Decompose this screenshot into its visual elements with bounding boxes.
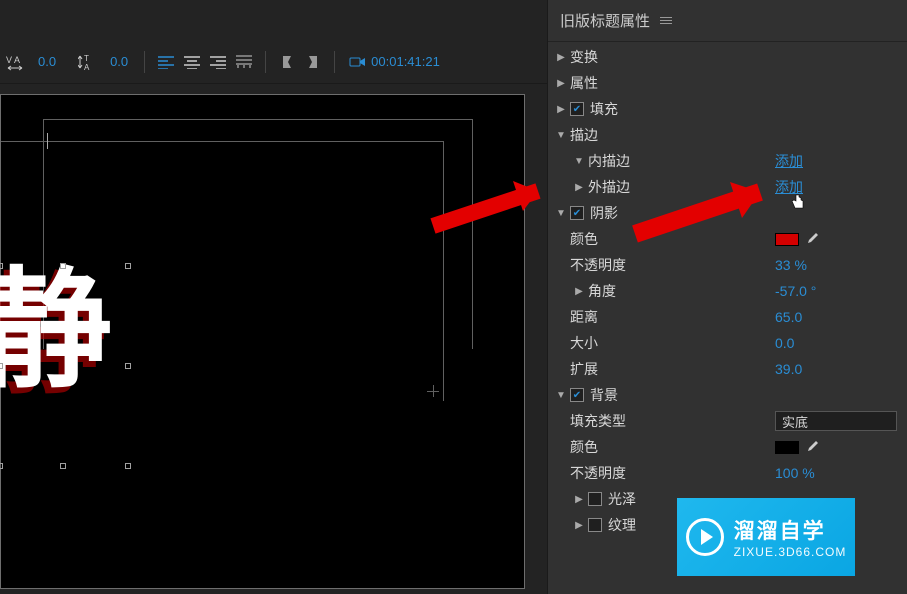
bg-filltype-row: 填充类型实底	[548, 408, 907, 434]
fill-checkbox[interactable]	[570, 102, 584, 116]
chevron-right-icon[interactable]: ▶	[552, 104, 570, 115]
chevron-down-icon[interactable]: ▼	[552, 390, 570, 401]
shadow-size-row: 大小0.0	[548, 330, 907, 356]
panel-menu-icon[interactable]	[660, 17, 672, 24]
sheen-checkbox[interactable]	[588, 492, 602, 506]
timecode-display[interactable]: 00:01:41:21	[345, 54, 444, 69]
left-panel: VA 0.0 TA 0.0 00:01:41:21	[0, 0, 547, 594]
bg-filltype-dropdown[interactable]: 实底	[775, 411, 897, 431]
shadow-opacity-row: 不透明度33 %	[548, 252, 907, 278]
inner-stroke-row[interactable]: ▼内描边添加	[548, 148, 907, 174]
bg-color-row: 颜色	[548, 434, 907, 460]
chevron-right-icon[interactable]: ▶	[570, 520, 588, 531]
panel-title-bar: 旧版标题属性	[548, 0, 907, 42]
canvas-area[interactable]: 静	[0, 84, 547, 594]
watermark: 溜溜自学 ZIXUE.3D66.COM	[677, 498, 855, 576]
center-cross-v	[433, 385, 434, 397]
add-inner-stroke[interactable]: 添加	[775, 151, 803, 171]
svg-text:A: A	[84, 63, 90, 71]
bg-color-swatch[interactable]	[775, 441, 799, 454]
background-checkbox[interactable]	[570, 388, 584, 402]
tab-marker-left-icon[interactable]	[276, 51, 298, 73]
chevron-right-icon[interactable]: ▶	[570, 494, 588, 505]
svg-text:A: A	[14, 55, 20, 65]
section-strokes[interactable]: ▼描边	[548, 122, 907, 148]
chevron-down-icon[interactable]: ▼	[552, 130, 570, 141]
shadow-opacity-value[interactable]: 33 %	[775, 257, 807, 273]
outer-stroke-row[interactable]: ▶外描边添加	[548, 174, 907, 200]
play-icon	[686, 518, 724, 556]
leading-icon[interactable]: TA	[78, 51, 100, 73]
selection-box[interactable]	[0, 266, 128, 466]
section-shadow[interactable]: ▼阴影	[548, 200, 907, 226]
chevron-down-icon[interactable]: ▼	[570, 156, 588, 167]
shadow-size-value[interactable]: 0.0	[775, 335, 794, 351]
eyedropper-icon[interactable]	[805, 232, 819, 246]
chevron-right-icon[interactable]: ▶	[570, 182, 588, 193]
shadow-distance-row: 距离65.0	[548, 304, 907, 330]
section-fill[interactable]: ▶填充	[548, 96, 907, 122]
text-cursor	[47, 133, 48, 149]
chevron-right-icon[interactable]: ▶	[570, 286, 588, 297]
cursor-hand-icon	[790, 193, 808, 211]
kerning-value[interactable]: 0.0	[32, 54, 62, 69]
align-right-icon[interactable]	[207, 51, 229, 73]
chevron-right-icon[interactable]: ▶	[552, 52, 570, 63]
shadow-angle-row: ▶角度-57.0 °	[548, 278, 907, 304]
eyedropper-icon[interactable]	[805, 440, 819, 454]
shadow-color-row: 颜色	[548, 226, 907, 252]
svg-text:T: T	[84, 54, 89, 63]
section-background[interactable]: ▼背景	[548, 382, 907, 408]
chevron-right-icon[interactable]: ▶	[552, 78, 570, 89]
section-transform[interactable]: ▶变换	[548, 44, 907, 70]
texture-checkbox[interactable]	[588, 518, 602, 532]
shadow-distance-value[interactable]: 65.0	[775, 309, 802, 325]
shadow-checkbox[interactable]	[570, 206, 584, 220]
video-icon	[349, 55, 367, 69]
panel-title: 旧版标题属性	[560, 10, 650, 31]
leading-value[interactable]: 0.0	[104, 54, 134, 69]
toolbar: VA 0.0 TA 0.0 00:01:41:21	[0, 40, 547, 84]
shadow-spread-row: 扩展39.0	[548, 356, 907, 382]
bg-opacity-value[interactable]: 100 %	[775, 465, 815, 481]
tab-marker-right-icon[interactable]	[302, 51, 324, 73]
align-left-icon[interactable]	[155, 51, 177, 73]
chevron-down-icon[interactable]: ▼	[552, 208, 570, 219]
section-properties[interactable]: ▶属性	[548, 70, 907, 96]
align-center-icon[interactable]	[181, 51, 203, 73]
shadow-angle-value[interactable]: -57.0 °	[775, 283, 816, 299]
tab-stops-icon[interactable]	[233, 51, 255, 73]
shadow-color-swatch[interactable]	[775, 233, 799, 246]
shadow-spread-value[interactable]: 39.0	[775, 361, 802, 377]
bg-opacity-row: 不透明度100 %	[548, 460, 907, 486]
svg-text:V: V	[6, 55, 12, 65]
kerning-icon[interactable]: VA	[6, 51, 28, 73]
